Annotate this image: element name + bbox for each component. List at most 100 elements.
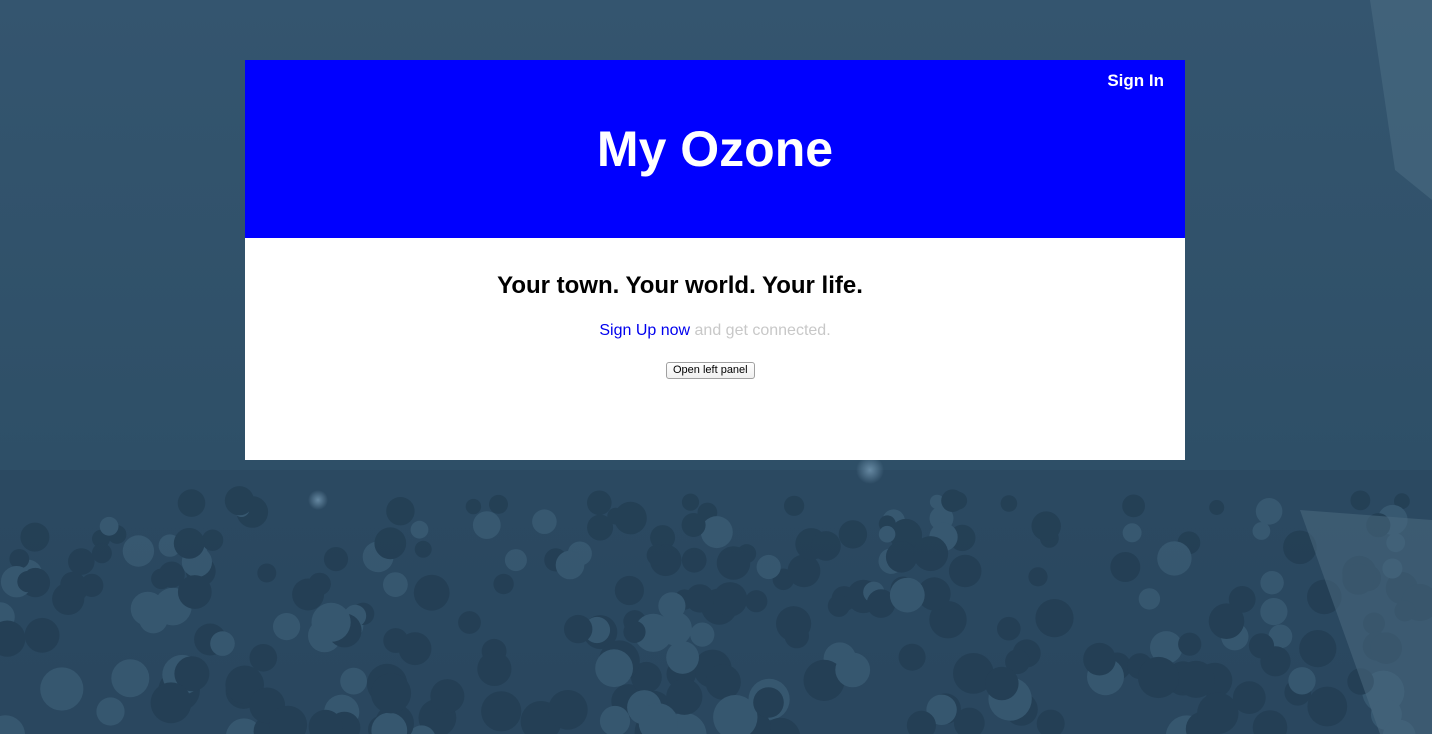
crowd-head-shape bbox=[811, 531, 841, 561]
crowd-head-shape bbox=[111, 659, 150, 698]
crowd-head-shape bbox=[1110, 552, 1141, 582]
crowd-head-shape bbox=[658, 611, 692, 646]
crowd-head-shape bbox=[838, 520, 868, 549]
crowd-head-shape bbox=[1122, 523, 1142, 543]
header-banner: Sign In My Ozone bbox=[245, 60, 1185, 238]
crowd-head-shape bbox=[1122, 494, 1145, 518]
signup-cta-text: and get connected. bbox=[690, 322, 831, 339]
crowd-head-shape bbox=[340, 667, 367, 695]
crowd-head-shape bbox=[595, 649, 633, 688]
crowd-head-shape bbox=[1350, 490, 1371, 511]
crowd-head-shape bbox=[712, 582, 748, 617]
crowd-head-shape bbox=[481, 691, 522, 732]
crowd-head-shape bbox=[1260, 598, 1288, 626]
crowd-head-shape bbox=[177, 575, 212, 609]
crowd-head-shape bbox=[623, 620, 646, 644]
crowd-head-shape bbox=[685, 584, 715, 613]
card-body: Your town. Your world. Your life. Sign U… bbox=[245, 238, 1185, 460]
crowd-head-shape bbox=[374, 527, 407, 560]
crowd-head-shape bbox=[705, 664, 741, 700]
crowd-head-shape bbox=[787, 554, 821, 588]
crowd-head-shape bbox=[370, 673, 412, 714]
crowd-head-shape bbox=[941, 489, 964, 512]
sign-up-link[interactable]: Sign Up now bbox=[599, 322, 690, 339]
crowd-head-shape bbox=[257, 563, 277, 583]
crowd-head-shape bbox=[756, 554, 781, 580]
crowd-head-shape bbox=[532, 509, 557, 534]
crowd-head-shape bbox=[308, 572, 331, 596]
crowd-head-shape bbox=[40, 667, 84, 711]
site-title: My Ozone bbox=[596, 121, 834, 177]
crowd-head-shape bbox=[1252, 522, 1271, 540]
crowd-head-shape bbox=[607, 507, 625, 525]
sign-in-link[interactable]: Sign In bbox=[1107, 71, 1164, 91]
crowd-head-shape bbox=[1288, 667, 1316, 695]
crowd-head-shape bbox=[716, 546, 751, 580]
crowd-head-shape bbox=[9, 549, 30, 569]
crowd-head-shape bbox=[60, 571, 86, 598]
crowd-head-shape bbox=[745, 590, 768, 613]
crowd-head-shape bbox=[383, 572, 408, 597]
crowd-head-shape bbox=[414, 540, 432, 558]
crowd-head-shape bbox=[548, 690, 588, 730]
crowd-head-shape bbox=[386, 497, 415, 526]
crowd-head-shape bbox=[410, 520, 429, 539]
crowd-head-shape bbox=[91, 543, 112, 564]
crowd-head-shape bbox=[472, 511, 501, 539]
crowd-head-shape bbox=[681, 513, 706, 537]
crowd-head-shape bbox=[1248, 633, 1275, 659]
crowd-head-shape bbox=[700, 516, 733, 549]
crowd-head-shape bbox=[96, 697, 125, 726]
crowd-head-shape bbox=[1299, 630, 1337, 668]
crowd-head-shape bbox=[68, 548, 95, 575]
crowd-head-shape bbox=[681, 493, 700, 511]
crowd-head-shape bbox=[465, 498, 482, 515]
crowd-head-shape bbox=[564, 614, 593, 644]
crowd-head-shape bbox=[784, 495, 805, 516]
crowd-head-shape bbox=[1035, 599, 1074, 638]
crowd-head-shape bbox=[122, 535, 155, 567]
crowd-head-shape bbox=[690, 622, 715, 647]
crowd-head-shape bbox=[681, 547, 707, 573]
signup-cta: Sign Up now and get connected. bbox=[245, 321, 1185, 341]
crowd-head-shape bbox=[1137, 656, 1180, 699]
crowd-head-shape bbox=[948, 554, 982, 588]
crowd-head-shape bbox=[1209, 500, 1225, 515]
crowd-head-shape bbox=[311, 602, 351, 642]
crowd-head-shape bbox=[24, 617, 60, 653]
crowd-head-shape bbox=[430, 679, 465, 714]
crowd-head-shape bbox=[889, 577, 925, 613]
crowd-head-shape bbox=[646, 544, 668, 566]
crowd-head-shape bbox=[177, 489, 206, 517]
crowd-head-shape bbox=[614, 575, 645, 606]
crowd-head-shape bbox=[20, 522, 50, 552]
crowd-head-shape bbox=[477, 651, 512, 687]
crowd-head-shape bbox=[913, 536, 949, 572]
crowd-head-shape bbox=[997, 616, 1021, 641]
crowd-head-shape bbox=[587, 490, 612, 516]
crowd-head-shape bbox=[985, 666, 1019, 701]
crowd-head-shape bbox=[504, 549, 527, 572]
crowd-head-shape bbox=[1000, 495, 1018, 512]
crowd-head-shape bbox=[1260, 571, 1284, 595]
welcome-card: Sign In My Ozone Your town. Your world. … bbox=[245, 60, 1185, 460]
tagline: Your town. Your world. Your life. bbox=[497, 272, 863, 299]
crowd-head-shape bbox=[1157, 541, 1192, 576]
crowd-head-shape bbox=[555, 550, 585, 580]
open-left-panel-button[interactable]: Open left panel bbox=[666, 362, 755, 379]
crowd-head-shape bbox=[17, 570, 39, 593]
crowd-head-shape bbox=[753, 687, 784, 718]
crowd-head-shape bbox=[210, 631, 235, 656]
crowd-head-shape bbox=[489, 494, 508, 514]
crowd-head-shape bbox=[173, 528, 205, 559]
crowd-head-shape bbox=[224, 486, 254, 516]
crowd-head-shape bbox=[273, 613, 301, 641]
crowd-head-shape bbox=[885, 541, 918, 573]
crowd-head-shape bbox=[1083, 642, 1116, 676]
crowd-head-shape bbox=[493, 573, 514, 595]
crowd-head-shape bbox=[1178, 632, 1202, 656]
crowd-head-shape bbox=[827, 594, 850, 617]
crowd-head-shape bbox=[99, 516, 119, 536]
crowd-head-shape bbox=[201, 529, 224, 551]
crowd-head-shape bbox=[1031, 511, 1061, 541]
